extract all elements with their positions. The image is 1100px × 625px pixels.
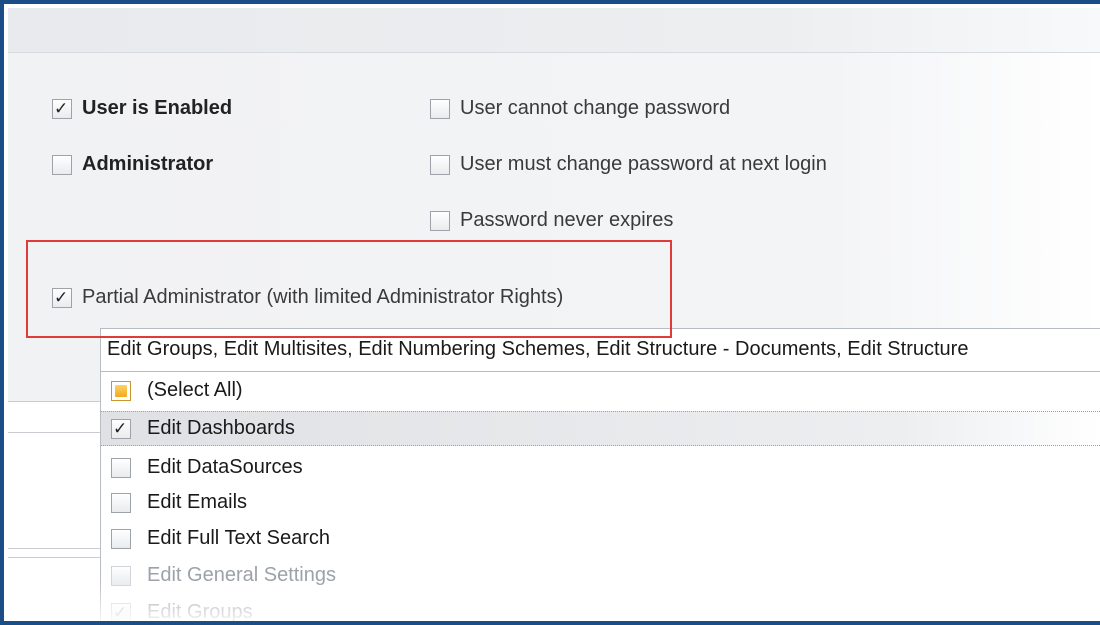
list-item-select-all[interactable]: (Select All) (101, 374, 1100, 407)
list-item-label: Edit Dashboards (147, 417, 295, 439)
background-field (8, 401, 100, 433)
user-enabled-checkbox[interactable]: User is Enabled (52, 97, 232, 120)
list-item-label: Edit Groups (147, 601, 253, 621)
list-item-edit-general-settings[interactable]: Edit General Settings (101, 559, 1100, 592)
background-divider (8, 548, 100, 558)
check-icon (52, 98, 72, 119)
list-item-edit-datasources[interactable]: Edit DataSources (101, 451, 1100, 484)
user-cannot-change-password-label: User cannot change password (460, 97, 731, 119)
list-item-edit-dashboards[interactable]: Edit Dashboards (101, 411, 1100, 446)
password-never-expires-checkbox[interactable]: Password never expires (430, 209, 673, 232)
empty-checkbox-icon (111, 492, 131, 513)
list-item-label: Edit DataSources (147, 456, 303, 478)
empty-checkbox-icon (111, 528, 131, 549)
administrator-label: Administrator (82, 153, 214, 175)
user-must-change-password-checkbox[interactable]: User must change password at next login (430, 153, 827, 176)
password-never-expires-label: Password never expires (460, 209, 674, 231)
rights-summary-text: Edit Groups, Edit Multisites, Edit Numbe… (107, 338, 969, 360)
summary-fade (990, 329, 1100, 371)
rights-dropdown-list: (Select All) Edit Dashboards Edit DataSo… (100, 372, 1100, 621)
empty-checkbox-icon (52, 154, 72, 175)
window-frame: User is Enabled Administrator User canno… (0, 0, 1100, 625)
header-strip (8, 8, 1100, 53)
user-enabled-label: User is Enabled (82, 97, 233, 119)
list-item-label: Edit Full Text Search (147, 527, 331, 549)
partial-administrator-highlight (26, 240, 672, 338)
empty-checkbox-icon (430, 210, 450, 231)
check-icon (111, 418, 131, 439)
list-item-label: Edit Emails (147, 491, 248, 513)
user-cannot-change-password-checkbox[interactable]: User cannot change password (430, 97, 730, 120)
empty-checkbox-icon (430, 154, 450, 175)
list-item-edit-full-text-search[interactable]: Edit Full Text Search (101, 522, 1100, 555)
administrator-checkbox[interactable]: Administrator (52, 153, 213, 176)
partial-check-icon (111, 380, 131, 401)
empty-checkbox-icon (430, 98, 450, 119)
list-item-label: (Select All) (147, 379, 243, 401)
empty-checkbox-icon (111, 565, 131, 586)
check-icon (111, 602, 131, 621)
empty-checkbox-icon (111, 457, 131, 478)
list-item-edit-groups[interactable]: Edit Groups (101, 596, 1100, 621)
list-item-edit-emails[interactable]: Edit Emails (101, 486, 1100, 519)
user-must-change-password-label: User must change password at next login (460, 153, 827, 175)
list-item-label: Edit General Settings (147, 564, 336, 586)
